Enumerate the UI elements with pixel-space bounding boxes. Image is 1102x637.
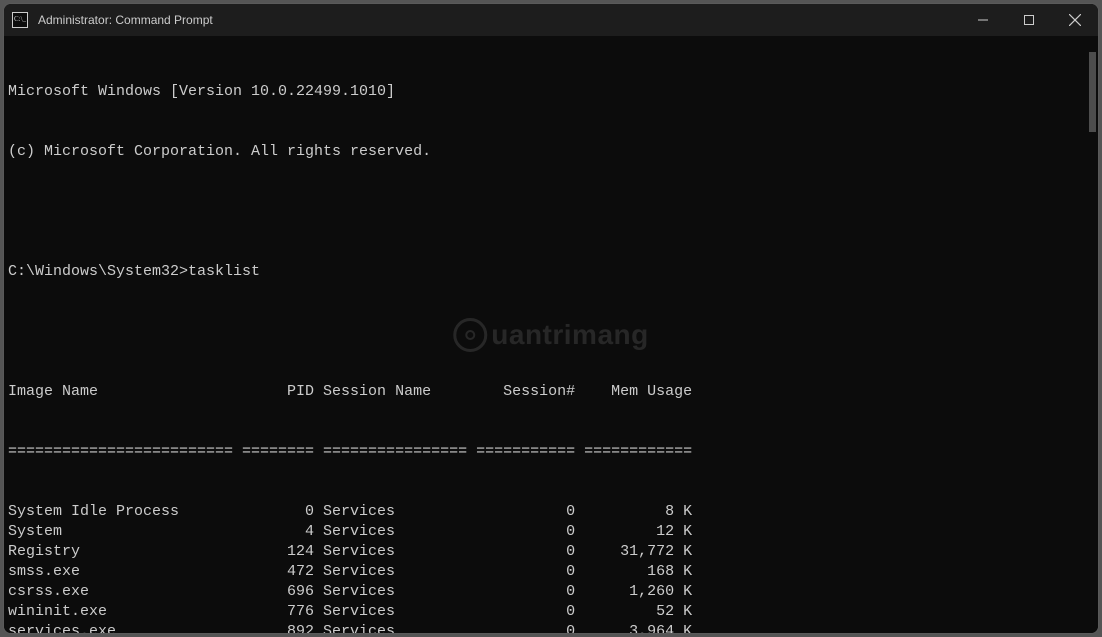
table-row: System 4 Services 0 12 K bbox=[8, 522, 1090, 542]
minimize-icon bbox=[978, 15, 988, 25]
svg-text:C:\_: C:\_ bbox=[14, 15, 27, 23]
table-row: csrss.exe 696 Services 0 1,260 K bbox=[8, 582, 1090, 602]
blank-line bbox=[8, 322, 1090, 342]
cmd-icon: C:\_ bbox=[12, 12, 28, 28]
table-row: wininit.exe 776 Services 0 52 K bbox=[8, 602, 1090, 622]
maximize-icon bbox=[1024, 15, 1034, 25]
prompt-path: C:\Windows\System32> bbox=[8, 263, 188, 280]
titlebar[interactable]: C:\_ Administrator: Command Prompt bbox=[4, 4, 1098, 36]
window-title: Administrator: Command Prompt bbox=[36, 13, 213, 27]
prompt-line: C:\Windows\System32>tasklist bbox=[8, 262, 1090, 282]
table-row: smss.exe 472 Services 0 168 K bbox=[8, 562, 1090, 582]
banner-line: (c) Microsoft Corporation. All rights re… bbox=[8, 142, 1090, 162]
table-separator: ========================= ======== =====… bbox=[8, 442, 1090, 462]
close-button[interactable] bbox=[1052, 4, 1098, 36]
banner-line: Microsoft Windows [Version 10.0.22499.10… bbox=[8, 82, 1090, 102]
terminal-output[interactable]: Microsoft Windows [Version 10.0.22499.10… bbox=[4, 36, 1098, 633]
minimize-button[interactable] bbox=[960, 4, 1006, 36]
blank-line bbox=[8, 202, 1090, 222]
scrollbar-thumb[interactable] bbox=[1089, 52, 1096, 132]
table-header: Image Name PID Session Name Session# Mem… bbox=[8, 382, 1090, 402]
table-row: System Idle Process 0 Services 0 8 K bbox=[8, 502, 1090, 522]
table-row: Registry 124 Services 0 31,772 K bbox=[8, 542, 1090, 562]
maximize-button[interactable] bbox=[1006, 4, 1052, 36]
close-icon bbox=[1069, 14, 1081, 26]
command-prompt-window: C:\_ Administrator: Command Prompt Micro… bbox=[3, 3, 1099, 634]
table-row: services.exe 892 Services 0 3,964 K bbox=[8, 622, 1090, 633]
prompt-command: tasklist bbox=[188, 263, 260, 280]
